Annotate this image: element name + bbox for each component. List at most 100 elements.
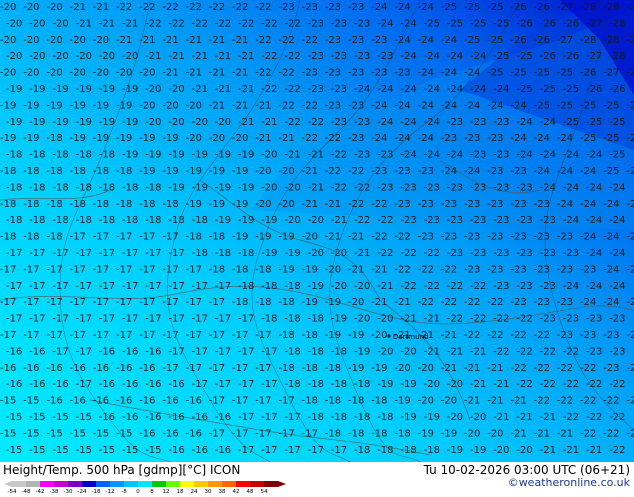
temperature-value: -22 xyxy=(487,330,503,341)
temperature-value: -24 xyxy=(626,297,634,308)
temperature-value: -22 xyxy=(487,297,503,308)
temperature-value: -17 xyxy=(122,314,138,325)
temperature-value: -21 xyxy=(238,51,254,62)
temperature-value: -23 xyxy=(441,133,457,144)
temperature-value: -22 xyxy=(348,199,364,210)
temperature-value: -18 xyxy=(238,281,254,292)
temperature-value: -24 xyxy=(487,100,503,111)
temperature-value: -19 xyxy=(46,100,62,111)
temperature-value: -21 xyxy=(168,51,184,62)
temperature-value: -19 xyxy=(168,182,184,193)
temperature-value: -23 xyxy=(424,215,440,226)
temperature-value: -25 xyxy=(510,68,526,79)
temperature-value: -17 xyxy=(139,330,155,341)
legend-swatch xyxy=(68,481,82,487)
temperature-value: -24 xyxy=(418,100,434,111)
temperature-value: -23 xyxy=(394,199,410,210)
temperature-value: -18 xyxy=(23,232,39,243)
legend-swatch xyxy=(152,481,166,487)
temperature-value: -20 xyxy=(418,396,434,407)
temperature-value: -17 xyxy=(52,314,68,325)
temperature-value: -17 xyxy=(209,330,225,341)
temperature-value: -15 xyxy=(6,445,22,456)
temperature-value: -20 xyxy=(23,35,39,46)
temperature-value: -16 xyxy=(162,396,178,407)
temperature-value: -18 xyxy=(302,363,318,374)
temperature-value: -24 xyxy=(586,248,602,259)
temperature-value: -23 xyxy=(609,346,625,357)
temperature-value: -19 xyxy=(99,84,115,95)
temperature-value: -20 xyxy=(93,68,109,79)
temperature-value: -25 xyxy=(424,18,440,29)
temperature-value: -18 xyxy=(46,133,62,144)
temperature-value: -16 xyxy=(70,363,86,374)
temperature-value: -19 xyxy=(215,150,231,161)
temperature-value: -26 xyxy=(586,84,602,95)
temperature-value: -17 xyxy=(99,314,115,325)
temperature-value: -18 xyxy=(261,281,277,292)
temperature-value: -19 xyxy=(278,264,294,275)
temperature-value: -25 xyxy=(493,51,509,62)
temperature-value: -23 xyxy=(418,199,434,210)
temperature-value: -22 xyxy=(325,133,341,144)
temperature-value: -17 xyxy=(76,248,92,259)
temperature-value: -22 xyxy=(284,18,300,29)
temperature-value: -25 xyxy=(540,84,556,95)
temperature-value: -24 xyxy=(540,150,556,161)
temperature-value: -25 xyxy=(487,35,503,46)
temperature-value: -18 xyxy=(116,199,132,210)
temperature-value: -21 xyxy=(186,35,202,46)
temperature-value: -18 xyxy=(371,396,387,407)
temperature-value: -24 xyxy=(557,133,573,144)
temperature-value: -20 xyxy=(46,35,62,46)
temperature-value: -24 xyxy=(557,199,573,210)
temperature-value: -18 xyxy=(331,379,347,390)
temperature-value: -22 xyxy=(470,281,486,292)
legend-swatch xyxy=(40,481,54,487)
temperature-value: -24 xyxy=(418,133,434,144)
temperature-value: -19 xyxy=(371,363,387,374)
temperature-value: -16 xyxy=(168,412,184,423)
temperature-value: -22 xyxy=(557,396,573,407)
temperature-value: -24 xyxy=(418,35,434,46)
credit-link[interactable]: ©weatheronline.co.uk xyxy=(508,477,630,489)
temperature-value: -24 xyxy=(609,281,625,292)
temperature-value: -20 xyxy=(46,68,62,79)
temperature-value: -16 xyxy=(122,379,138,390)
temperature-value: -18 xyxy=(0,199,16,210)
temperature-value: -18 xyxy=(186,232,202,243)
temperature-value: -21 xyxy=(487,396,503,407)
legend-swatch xyxy=(82,481,96,487)
temperature-value: -25 xyxy=(516,51,532,62)
temperature-value: -19 xyxy=(29,117,45,128)
temperature-value: -18 xyxy=(70,166,86,177)
temperature-value: -23 xyxy=(447,215,463,226)
temperature-value: -17 xyxy=(29,281,45,292)
temperature-value: -18 xyxy=(331,412,347,423)
temperature-value: -24 xyxy=(441,68,457,79)
temperature-value: -19 xyxy=(6,84,22,95)
temperature-value: -19 xyxy=(308,281,324,292)
temperature-value: -19 xyxy=(348,330,364,341)
temperature-value: -21 xyxy=(331,215,347,226)
temperature-value: -16 xyxy=(145,346,161,357)
temperature-value: -19 xyxy=(52,117,68,128)
temperature-value: -22 xyxy=(510,363,526,374)
temperature-value: -24 xyxy=(534,133,550,144)
temperature-value: -23 xyxy=(516,182,532,193)
temperature-value: -17 xyxy=(209,396,225,407)
temperature-value: -23 xyxy=(325,68,341,79)
temperature-value: -16 xyxy=(186,396,202,407)
temperature-value: -23 xyxy=(516,281,532,292)
temperature-value: -18 xyxy=(162,199,178,210)
temperature-value: -21 xyxy=(255,100,271,111)
temperature-value: -18 xyxy=(255,264,271,275)
temperature-value: -21 xyxy=(487,363,503,374)
temperature-value: -16 xyxy=(6,346,22,357)
temperature-value: -17 xyxy=(261,412,277,423)
temperature-value: -24 xyxy=(470,84,486,95)
temperature-value: -18 xyxy=(215,248,231,259)
temperature-value: -20 xyxy=(464,428,480,439)
temperature-value: -21 xyxy=(162,68,178,79)
temperature-value: -23 xyxy=(331,18,347,29)
